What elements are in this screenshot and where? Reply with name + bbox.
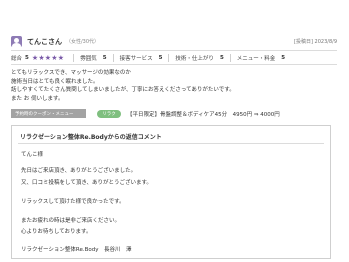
reply-line: 又、口コミ投稿をして頂き、ありがとうございます。: [21, 180, 152, 186]
category-badge: リラク: [97, 109, 121, 118]
rating-row: 総合 5 ★★★★★ 雰囲気 5 接客サービス 5 技術・仕上がり 5 メニュー…: [11, 53, 337, 63]
reply-signature: リラクゼーション整体Re.Body 長谷川 澤: [21, 247, 132, 253]
reply-line: またお疲れの時は是非ご来店ください。: [21, 218, 121, 224]
divider: [168, 54, 170, 62]
rating-value-service: 5: [158, 55, 163, 61]
review-header: てんこさん （女性/30代） [投稿日] 2023/8/9: [11, 35, 337, 48]
rating-value-price: 5: [281, 55, 286, 61]
reply-line: 心よりお待ちしております。: [21, 229, 92, 235]
coupon-link[interactable]: 【平日限定】骨盤調整＆ボディケア45分 4950円 ⇒ 4000円: [127, 110, 280, 118]
review-line: 施術当日はとても良く眠れました。: [11, 78, 99, 85]
reply-box: リラクゼーション整体Re.Bodyからの返信コメント てんこ様 先日はご来店頂き…: [11, 125, 331, 259]
coupon-row: 予約時のクーポン・メニュー リラク 【平日限定】骨盤調整＆ボディケア45分 49…: [11, 108, 337, 119]
divider: [11, 50, 337, 51]
rating-value-technique: 5: [219, 55, 224, 61]
overall-label: 総合: [11, 56, 23, 62]
rating-label-atmosphere: 雰囲気: [80, 56, 97, 62]
divider: [112, 54, 114, 62]
post-date: [投稿日] 2023/8/9: [294, 39, 337, 45]
reply-line: リラックスして頂けた様で良かったです。: [21, 199, 125, 205]
overall-value: 5: [25, 55, 29, 61]
rating-label-service: 接客サービス: [119, 56, 153, 62]
divider: [229, 54, 231, 62]
overall-stars-icon: ★★★★★: [31, 54, 65, 62]
rating-label-price: メニュー・料金: [236, 56, 276, 62]
coupon-tag: 予約時のクーポン・メニュー: [11, 109, 86, 118]
reviewer-meta: （女性/30代）: [66, 39, 100, 45]
divider: [18, 143, 324, 144]
reviewer-name[interactable]: てんこさん: [27, 37, 62, 47]
divider: [11, 64, 337, 65]
rating-label-technique: 技術・仕上がり: [175, 56, 214, 62]
reply-title: リラクゼーション整体Re.Bodyからの返信コメント: [20, 134, 162, 141]
rating-value-atmosphere: 5: [102, 55, 107, 61]
reply-line: 先日はご来店頂き、ありがとうございました。: [21, 168, 137, 174]
review-line: とてもリラックスでき、マッサージの効果なのか: [11, 70, 131, 76]
review-line: 話しやすくてたくさん質問してしまいましたが、丁寧にお答えくださってありがたいです…: [11, 87, 235, 93]
divider: [73, 54, 75, 62]
review-body: とてもリラックスでき、マッサージの効果なのか 施術当日はとても良く眠れました。 …: [11, 69, 337, 103]
user-avatar-icon: [11, 36, 22, 47]
review-line: また お 伺いします。: [11, 95, 64, 102]
reply-line: てんこ様: [21, 152, 44, 158]
